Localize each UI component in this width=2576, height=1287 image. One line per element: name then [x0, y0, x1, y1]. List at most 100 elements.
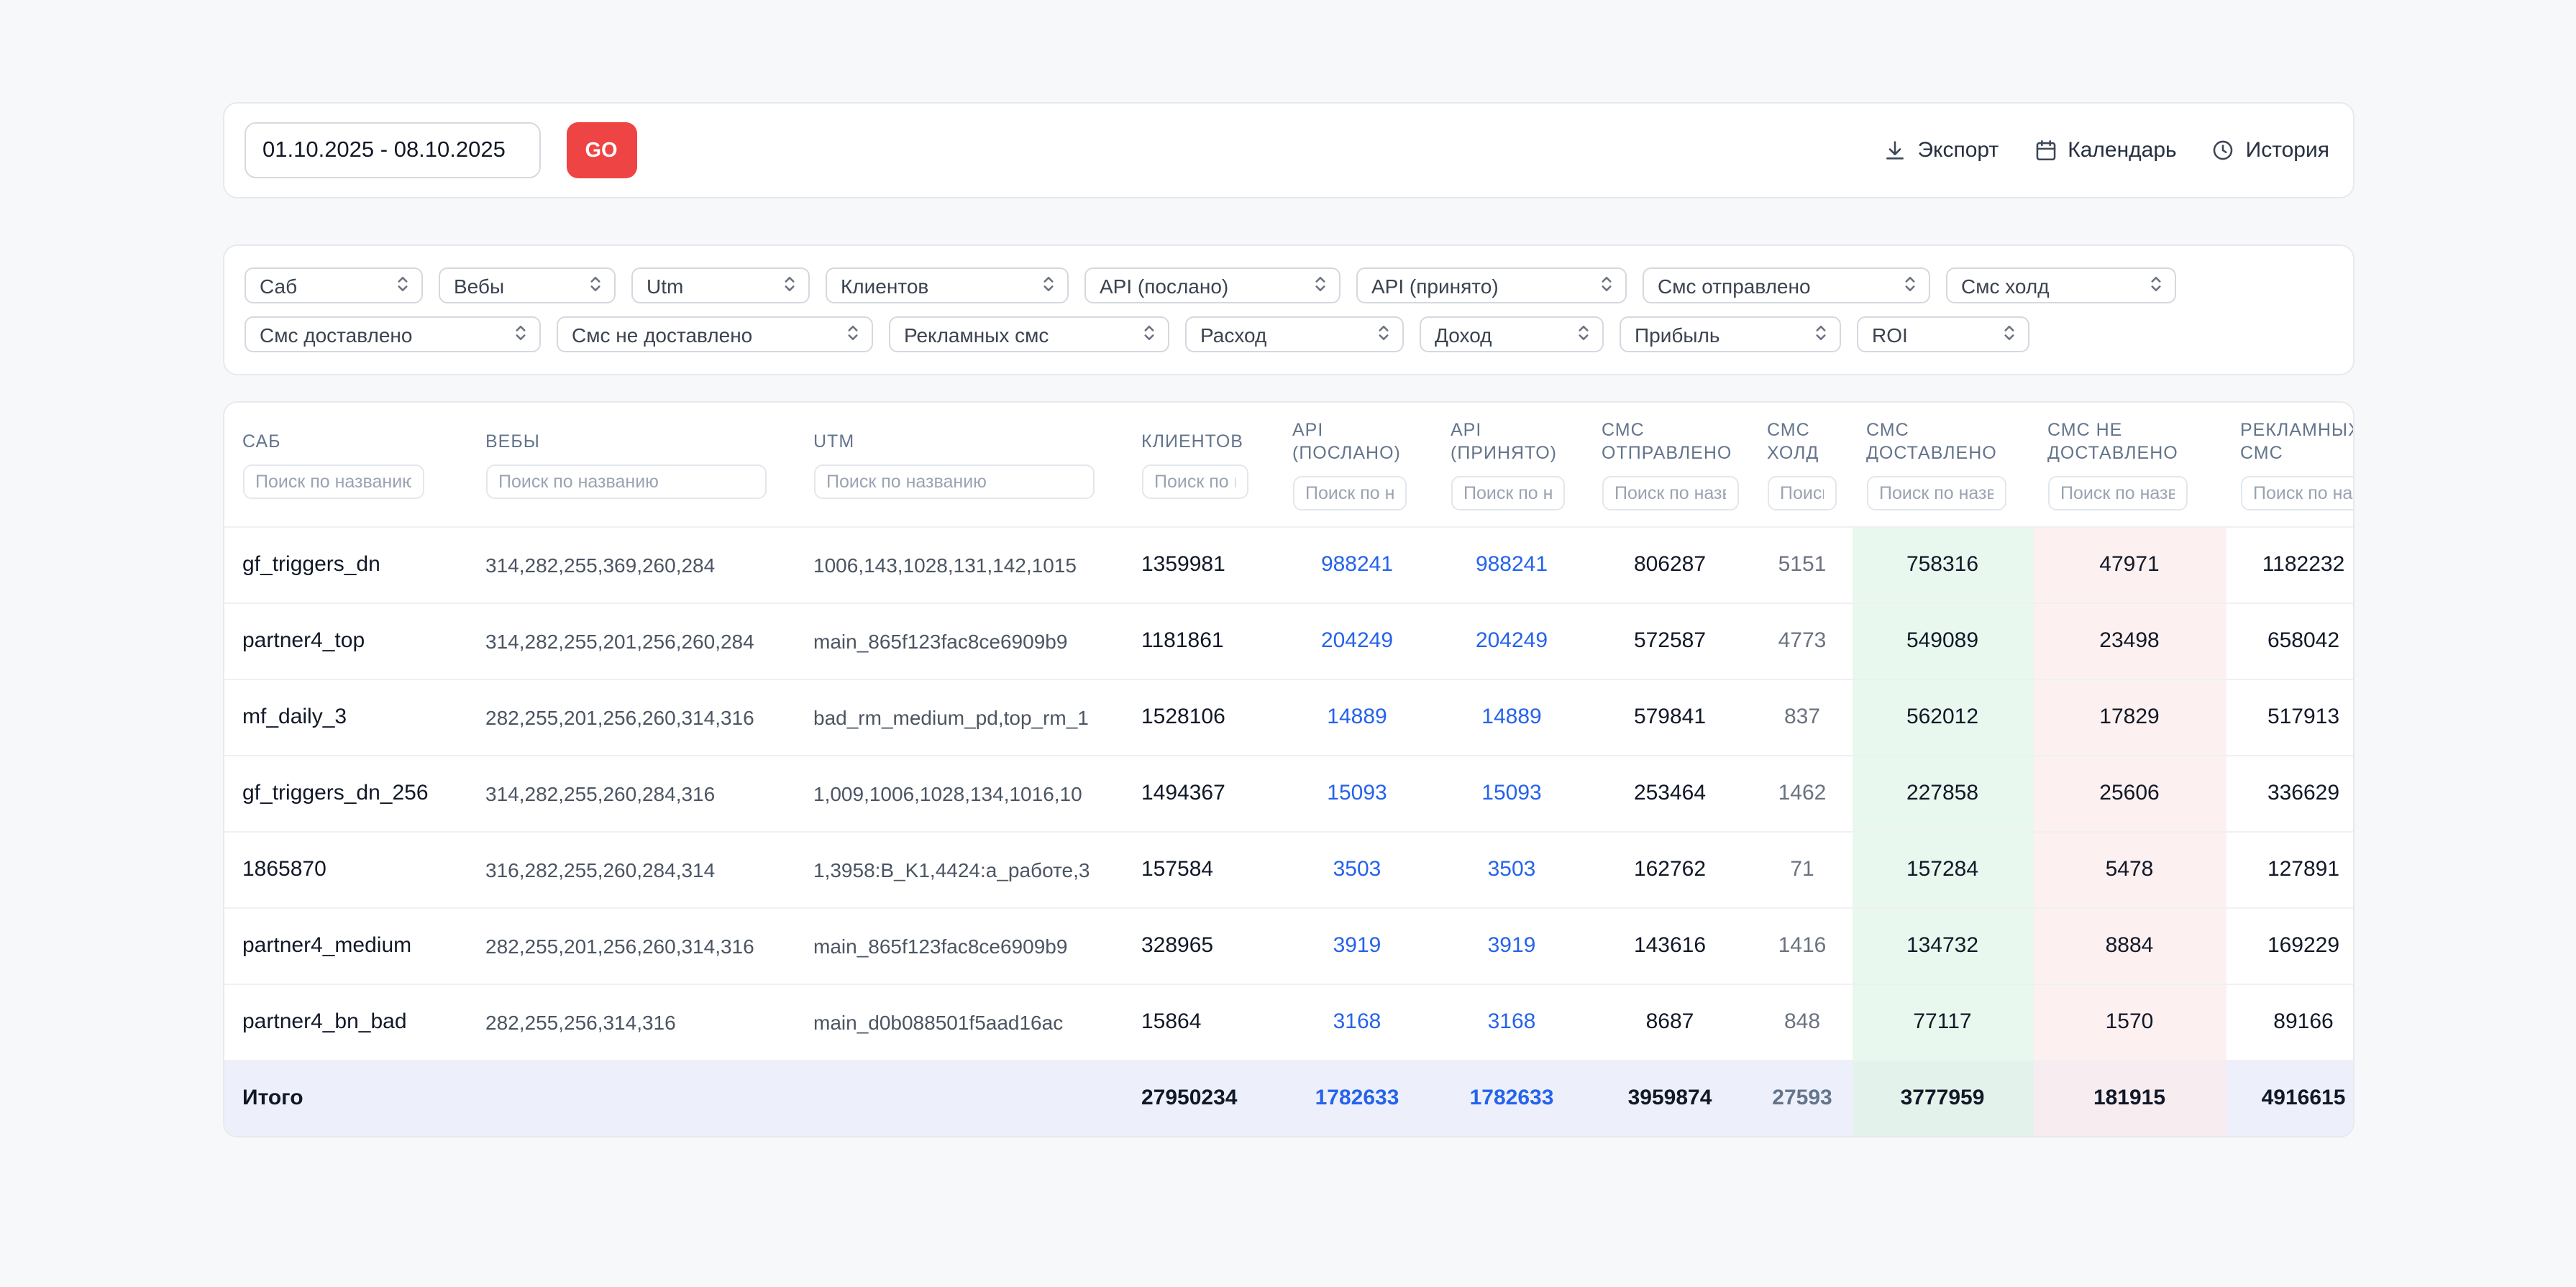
cell-sms-ne-dostavleno: 8884	[2033, 907, 2226, 984]
total-cell-api-poslano[interactable]: 1782633	[1278, 1060, 1436, 1136]
chevron-updown-icon	[779, 273, 799, 298]
filter-select-klientov[interactable]: Клиентов	[825, 267, 1068, 303]
cell-sms-hold: 837	[1753, 679, 1852, 755]
column-header-klientov: КЛИЕНТОВ	[1127, 403, 1278, 526]
cell-sms-dostavleno: 549089	[1852, 603, 2033, 679]
cell-api-prinyato[interactable]: 204249	[1436, 603, 1587, 679]
column-label: API (ПРИНЯТО)	[1451, 418, 1573, 464]
api-value-link[interactable]: 3919	[1333, 933, 1381, 958]
column-label: API (ПОСЛАНО)	[1292, 418, 1422, 464]
filter-select-sms-ne-dostavleno[interactable]: Смс не доставлено	[556, 316, 872, 352]
column-header-utm: UTM	[799, 403, 1127, 526]
api-value-link[interactable]: 988241	[1476, 552, 1548, 577]
api-value-link[interactable]: 1782633	[1470, 1086, 1554, 1111]
api-value-link[interactable]: 204249	[1476, 628, 1548, 653]
cell-api-prinyato[interactable]: 3919	[1436, 907, 1587, 984]
filter-select-sms-hold[interactable]: Смс холд	[1945, 267, 2175, 303]
api-value-link[interactable]: 3168	[1488, 1009, 1536, 1034]
api-value-link[interactable]: 15093	[1327, 781, 1387, 805]
calendar-button[interactable]: Календарь	[2033, 138, 2176, 162]
cell-api-poslano[interactable]: 3168	[1278, 984, 1436, 1060]
filter-select-sms-otpravleno[interactable]: Смс отправлено	[1642, 267, 1929, 303]
search-input-reklamnyh-sms[interactable]	[2240, 476, 2354, 510]
api-value-link[interactable]: 15093	[1481, 781, 1541, 805]
cell-weby: 282,255,256,314,316	[471, 984, 799, 1060]
cell-reklamnyh-sms: 127891	[2226, 831, 2354, 907]
api-value-link[interactable]: 3503	[1333, 857, 1381, 881]
filter-select-rashod[interactable]: Расход	[1184, 316, 1403, 352]
cell-reklamnyh-sms: 89166	[2226, 984, 2354, 1060]
column-label: СМС НЕ ДОСТАВЛЕНО	[2047, 418, 2211, 464]
api-value-link[interactable]: 3168	[1333, 1009, 1381, 1034]
filter-select-sab[interactable]: Саб	[244, 267, 422, 303]
history-button[interactable]: История	[2211, 138, 2329, 162]
table-row: partner4_top314,282,255,201,256,260,284m…	[224, 603, 2354, 679]
cell-sms-dostavleno: 758316	[1852, 526, 2033, 603]
cell-klientov: 1359981	[1127, 526, 1278, 603]
chevron-updown-icon	[585, 273, 605, 298]
cell-api-poslano[interactable]: 3503	[1278, 831, 1436, 907]
chevron-updown-icon	[1138, 322, 1159, 347]
chevron-updown-icon	[842, 322, 862, 347]
search-input-sab[interactable]	[242, 464, 424, 499]
search-input-api-poslano[interactable]	[1292, 476, 1406, 510]
cell-api-poslano[interactable]: 988241	[1278, 526, 1436, 603]
search-input-sms-dostavleno[interactable]	[1866, 476, 2006, 510]
cell-api-poslano[interactable]: 15093	[1278, 755, 1436, 831]
api-value-link[interactable]: 14889	[1481, 705, 1541, 729]
cell-api-prinyato[interactable]: 3168	[1436, 984, 1587, 1060]
calendar-icon	[2033, 138, 2057, 162]
column-label: UTM	[813, 429, 1113, 453]
search-input-api-prinyato[interactable]	[1451, 476, 1564, 510]
filter-label: Доход	[1435, 323, 1492, 346]
cell-sms-dostavleno: 227858	[1852, 755, 2033, 831]
filter-select-sms-dostavleno[interactable]: Смс доставлено	[244, 316, 540, 352]
cell-api-poslano[interactable]: 3919	[1278, 907, 1436, 984]
cell-sms-otpravleno: 8687	[1587, 984, 1753, 1060]
filter-select-veby[interactable]: Вебы	[438, 267, 615, 303]
filter-select-reklamnyh-sms[interactable]: Рекламных смс	[888, 316, 1169, 352]
column-header-sms-hold: СМС ХОЛД	[1753, 403, 1852, 526]
chevron-updown-icon	[1373, 322, 1393, 347]
cell-klientov: 1181861	[1127, 603, 1278, 679]
column-label: СМС ДОСТАВЛЕНО	[1866, 418, 2019, 464]
cell-api-poslano[interactable]: 204249	[1278, 603, 1436, 679]
filter-label: Клиентов	[841, 274, 928, 297]
api-value-link[interactable]: 3919	[1488, 933, 1536, 958]
cell-utm: 1006,143,1028,131,142,1015	[799, 526, 1127, 603]
export-label: Экспорт	[1917, 138, 1999, 162]
api-value-link[interactable]: 988241	[1321, 552, 1393, 577]
cell-sms-dostavleno: 77117	[1852, 984, 2033, 1060]
chevron-updown-icon	[510, 322, 530, 347]
api-value-link[interactable]: 14889	[1327, 705, 1387, 729]
filter-select-utm[interactable]: Utm	[631, 267, 809, 303]
cell-api-poslano[interactable]: 14889	[1278, 679, 1436, 755]
filter-select-roi[interactable]: ROI	[1856, 316, 2029, 352]
chevron-updown-icon	[1810, 322, 1830, 347]
cell-api-prinyato[interactable]: 3503	[1436, 831, 1587, 907]
cell-api-prinyato[interactable]: 14889	[1436, 679, 1587, 755]
search-input-sms-hold[interactable]	[1767, 476, 1836, 510]
cell-api-prinyato[interactable]: 15093	[1436, 755, 1587, 831]
filter-select-dohod[interactable]: Доход	[1419, 316, 1603, 352]
chevron-updown-icon	[1899, 273, 1919, 298]
total-cell-api-prinyato[interactable]: 1782633	[1436, 1060, 1587, 1136]
search-input-sms-otpravleno[interactable]	[1602, 476, 1738, 510]
filter-select-api-poslano[interactable]: API (послано)	[1084, 267, 1340, 303]
chevron-updown-icon	[1999, 322, 2019, 347]
search-input-sms-ne-dostavleno[interactable]	[2047, 476, 2187, 510]
date-range-input[interactable]	[244, 122, 540, 178]
api-value-link[interactable]: 3503	[1488, 857, 1536, 881]
search-input-veby[interactable]	[485, 464, 766, 499]
go-button[interactable]: GO	[566, 122, 636, 178]
filter-select-api-prinyato[interactable]: API (принято)	[1356, 267, 1626, 303]
filter-select-pribyl[interactable]: Прибыль	[1619, 316, 1840, 352]
search-input-klientov[interactable]	[1141, 464, 1248, 499]
api-value-link[interactable]: 204249	[1321, 628, 1393, 653]
cell-sms-otpravleno: 253464	[1587, 755, 1753, 831]
toolbar-card: GO Экспорт Ка	[222, 102, 2354, 198]
cell-api-prinyato[interactable]: 988241	[1436, 526, 1587, 603]
search-input-utm[interactable]	[813, 464, 1094, 499]
export-button[interactable]: Экспорт	[1883, 138, 1999, 162]
api-value-link[interactable]: 1782633	[1315, 1086, 1399, 1111]
